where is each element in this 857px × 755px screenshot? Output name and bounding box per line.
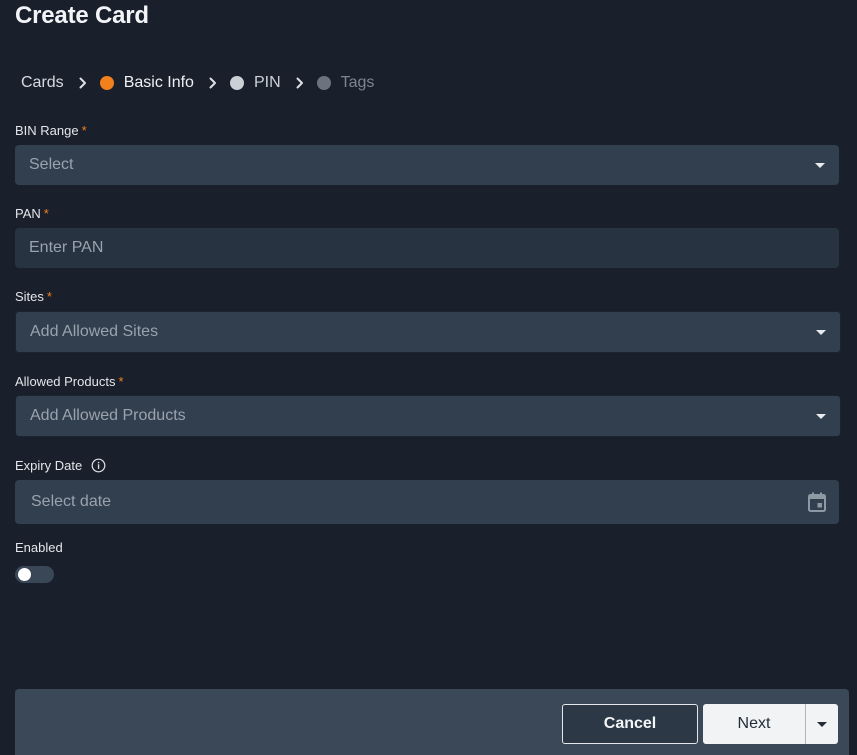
next-split-button: Next [703,704,838,744]
chevron-right-icon [78,77,88,89]
pan-placeholder: Enter PAN [29,239,104,256]
required-marker: * [81,123,87,138]
caret-down-icon [816,413,826,419]
step-label: Basic Info [123,74,194,91]
breadcrumb-step-tags[interactable]: Tags [316,74,375,92]
pan-label: PAN * [15,206,49,221]
allowed-products-label: Allowed Products * [15,374,124,389]
next-options-button[interactable] [806,704,838,744]
caret-down-icon [816,329,826,335]
caret-down-icon [817,721,827,727]
cancel-button[interactable]: Cancel [562,704,698,744]
page-title: Create Card [15,2,149,29]
breadcrumb-step-basic-info[interactable]: Basic Info [99,74,194,92]
bin-range-placeholder: Select [29,156,74,173]
breadcrumb-step-pin[interactable]: PIN [229,74,281,92]
allowed-products-placeholder: Add Allowed Products [30,407,186,424]
required-marker: * [43,206,49,221]
breadcrumb: Cards Basic Info PIN Tags [21,72,374,94]
sites-multiselect[interactable]: Add Allowed Sites [15,311,841,353]
step-label: PIN [253,74,281,91]
enabled-label: Enabled [15,540,63,555]
step-future-dot [316,76,331,90]
step-label: Tags [340,74,375,91]
step-active-dot [99,76,114,90]
sites-label: Sites * [15,289,52,304]
chevron-right-icon [295,77,305,89]
sites-placeholder: Add Allowed Sites [30,323,159,340]
bin-range-select[interactable]: Select [15,145,839,185]
expiry-date-label: Expiry Date [15,458,106,473]
pan-input[interactable]: Enter PAN [15,228,839,268]
allowed-products-multiselect[interactable]: Add Allowed Products [15,395,841,437]
calendar-icon[interactable] [808,492,826,512]
expiry-date-picker[interactable]: Select date [15,480,839,524]
caret-down-icon [815,162,825,168]
info-icon[interactable] [91,458,106,473]
required-marker: * [46,289,52,304]
chevron-right-icon [208,77,218,89]
enabled-toggle[interactable] [15,566,54,583]
step-pending-dot [229,76,244,90]
bin-range-label: BIN Range * [15,123,87,138]
footer-action-bar: Cancel Next [15,689,849,755]
next-button[interactable]: Next [703,704,806,744]
expiry-date-placeholder: Select date [31,493,112,510]
toggle-knob [18,568,31,581]
required-marker: * [118,374,124,389]
breadcrumb-cards-link[interactable]: Cards [21,74,64,92]
